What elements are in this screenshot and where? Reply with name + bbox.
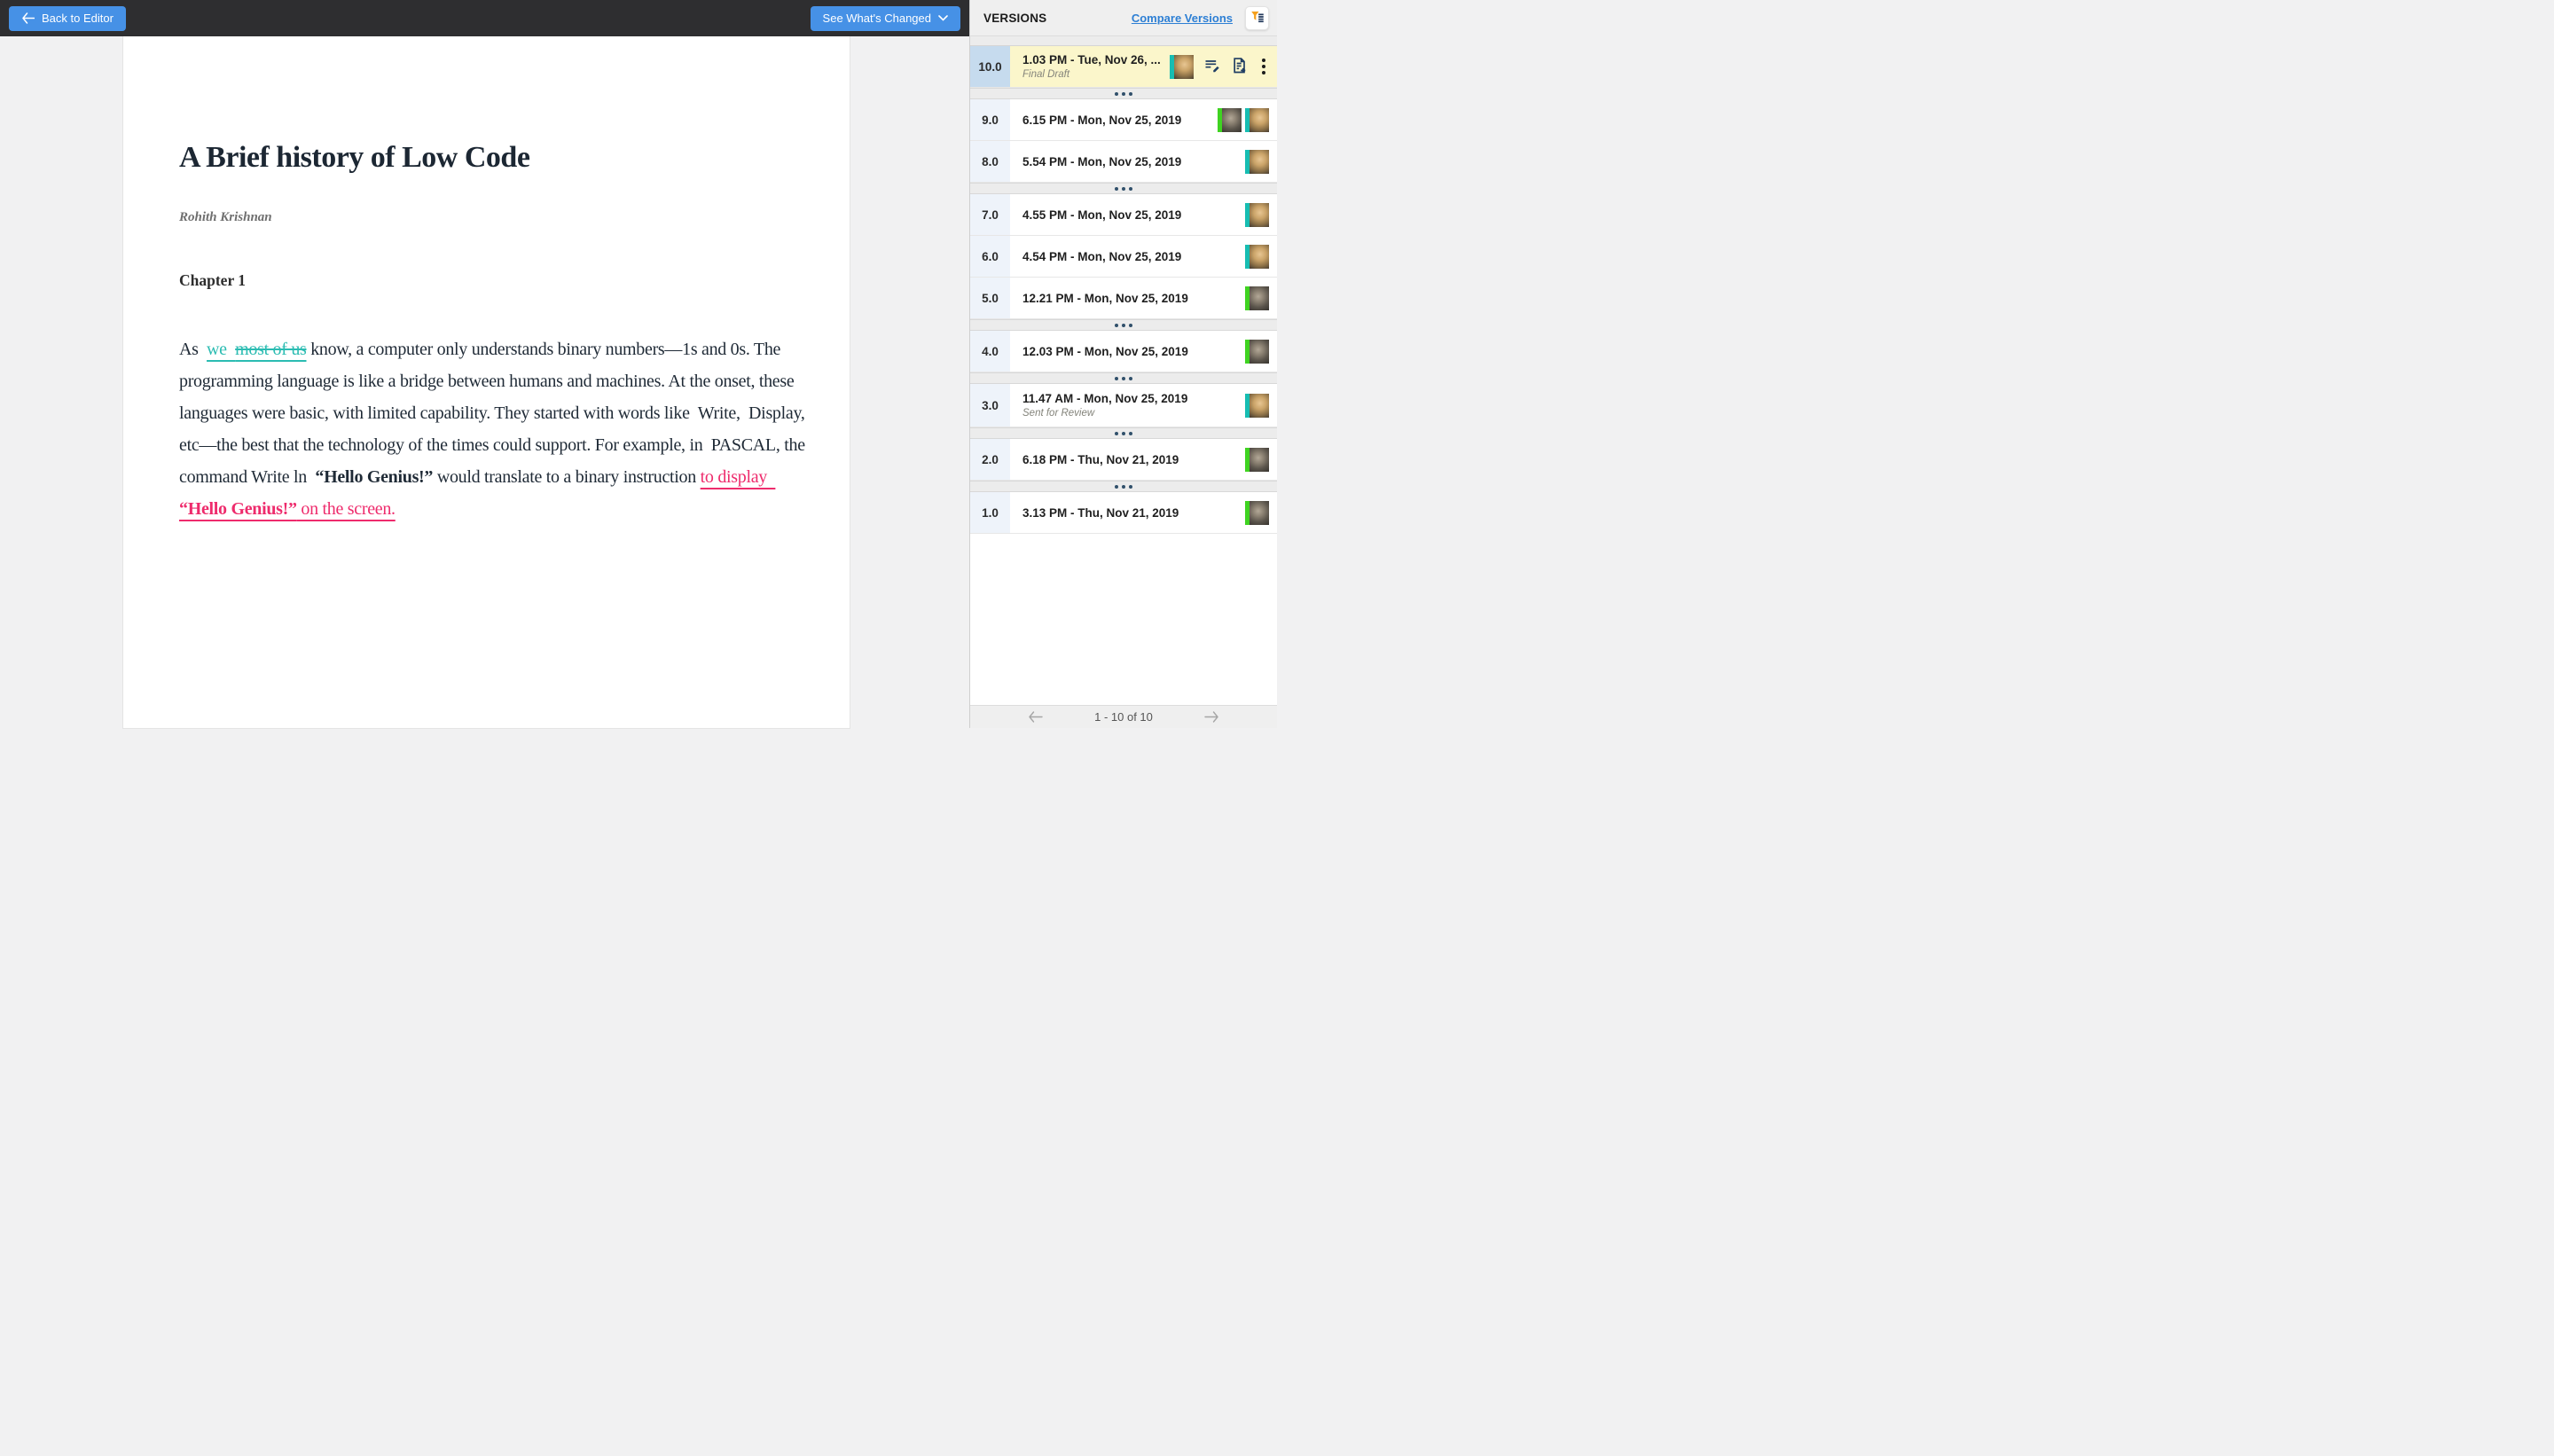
tracked-insertion-teal: we [207,340,236,359]
version-history-screen: Back to Editor See What's Changed A Brie… [0,0,1277,728]
version-row-5[interactable]: 5.0 12.21 PM - Mon, Nov 25, 2019 [970,278,1277,319]
document-paragraph: As we most of us know, a computer only u… [179,333,811,525]
version-number: 2.0 [970,439,1010,480]
version-timestamp: 6.15 PM - Mon, Nov 25, 2019 [1022,113,1182,127]
version-number: 7.0 [970,194,1010,235]
paragraph-run-bold: “Hello Genius!” [315,467,434,487]
version-number: 3.0 [970,384,1010,427]
filter-versions-button[interactable] [1245,5,1269,30]
chapter-heading: Chapter 1 [179,271,247,289]
version-row-3[interactable]: 3.0 11.47 AM - Mon, Nov 25, 2019 Sent fo… [970,384,1277,427]
versions-pagination: 1 - 10 of 10 [970,705,1277,728]
document-title: A Brief history of Low Code [179,141,530,174]
paragraph-run: would translate to a binary instruction [433,467,701,487]
previous-page-arrow[interactable] [1026,709,1045,724]
version-row-6[interactable]: 6.0 4.54 PM - Mon, Nov 25, 2019 [970,236,1277,278]
edit-version-notes-icon [1203,57,1221,77]
version-timestamp: 4.54 PM - Mon, Nov 25, 2019 [1022,249,1182,263]
back-to-editor-label: Back to Editor [42,12,114,25]
see-whats-changed-label: See What's Changed [822,12,931,25]
avatar [1245,339,1269,364]
top-bar: Back to Editor See What's Changed [0,0,969,36]
version-number: 9.0 [970,99,1010,140]
version-list: 10.0 1.03 PM - Tue, Nov 26, ... Final Dr… [970,46,1277,705]
expand-collapsed-versions[interactable] [970,372,1277,384]
version-number: 4.0 [970,331,1010,372]
expand-collapsed-versions[interactable] [970,319,1277,331]
version-timestamp: 12.21 PM - Mon, Nov 25, 2019 [1022,291,1188,305]
version-timestamp: 12.03 PM - Mon, Nov 25, 2019 [1022,344,1188,358]
version-timestamp: 1.03 PM - Tue, Nov 26, ... [1022,53,1161,67]
back-to-editor-button[interactable]: Back to Editor [9,5,126,31]
versions-panel-header: VERSIONS Compare Versions [970,0,1277,36]
versions-panel-title: VERSIONS [983,11,1047,25]
edit-version-notes-button[interactable] [1203,57,1221,77]
version-number: 5.0 [970,278,1010,318]
expand-collapsed-versions[interactable] [970,183,1277,194]
avatar [1245,447,1269,472]
tracked-insertion-pink-bold: “Hello Genius!” [179,499,297,519]
version-row-9[interactable]: 9.0 6.15 PM - Mon, Nov 25, 2019 [970,99,1277,141]
version-timestamp: 5.54 PM - Mon, Nov 25, 2019 [1022,154,1182,168]
back-arrow-icon [21,12,35,24]
version-row-2[interactable]: 2.0 6.18 PM - Thu, Nov 21, 2019 [970,439,1277,481]
next-page-arrow[interactable] [1203,709,1221,724]
paragraph-run: As [179,340,208,359]
version-number: 10.0 [970,46,1010,87]
expand-collapsed-versions[interactable] [970,481,1277,492]
version-timestamp: 6.18 PM - Thu, Nov 21, 2019 [1022,452,1179,466]
more-options-kebab-button[interactable] [1258,57,1269,76]
version-number: 1.0 [970,492,1010,533]
version-note: Sent for Review [1022,408,1095,419]
avatar [1245,286,1269,310]
version-number: 6.0 [970,236,1010,277]
document-author: Rohith Krishnan [179,210,272,224]
paragraph-run: know, a computer only understands binary… [179,340,810,487]
page-range-label: 1 - 10 of 10 [1094,710,1153,724]
document-preview-area: A Brief history of Low Code Rohith Krish… [0,36,969,728]
version-timestamp: 11.47 AM - Mon, Nov 25, 2019 [1022,392,1188,405]
tracked-deletion-teal: most of us [235,340,307,359]
expand-collapsed-versions[interactable] [970,88,1277,99]
version-row-7[interactable]: 7.0 4.55 PM - Mon, Nov 25, 2019 [970,194,1277,236]
avatar [1245,107,1269,132]
create-document-from-version-button[interactable] [1231,57,1249,77]
compare-versions-link[interactable]: Compare Versions [1132,12,1233,25]
versions-panel: VERSIONS Compare Versions 10.0 1.03 PM -… [969,0,1277,728]
funnel-filter-icon [1250,9,1265,27]
tracked-insertion-pink: to display [700,467,776,487]
avatar [1245,393,1269,418]
avatar [1245,202,1269,227]
document-page: A Brief history of Low Code Rohith Krish… [123,36,850,728]
tracked-insertion-pink: on the screen. [296,499,396,519]
see-whats-changed-button[interactable]: See What's Changed [810,5,960,31]
avatar [1218,107,1242,132]
create-document-from-version-icon [1231,57,1249,77]
version-row-4[interactable]: 4.0 12.03 PM - Mon, Nov 25, 2019 [970,331,1277,372]
expand-collapsed-versions[interactable] [970,427,1277,439]
version-row-8[interactable]: 8.0 5.54 PM - Mon, Nov 25, 2019 [970,141,1277,183]
version-timestamp: 3.13 PM - Thu, Nov 21, 2019 [1022,505,1179,520]
avatar [1245,149,1269,174]
version-row-1[interactable]: 1.0 3.13 PM - Thu, Nov 21, 2019 [970,492,1277,534]
collapsed-versions-strip [970,36,1277,46]
version-row-10[interactable]: 10.0 1.03 PM - Tue, Nov 26, ... Final Dr… [970,46,1277,88]
version-timestamp: 4.55 PM - Mon, Nov 25, 2019 [1022,207,1182,222]
avatar [1245,244,1269,269]
avatar [1170,54,1194,79]
avatar [1245,500,1269,525]
version-number: 8.0 [970,141,1010,182]
version-note: Final Draft [1022,69,1070,80]
chevron-down-icon [938,15,948,21]
